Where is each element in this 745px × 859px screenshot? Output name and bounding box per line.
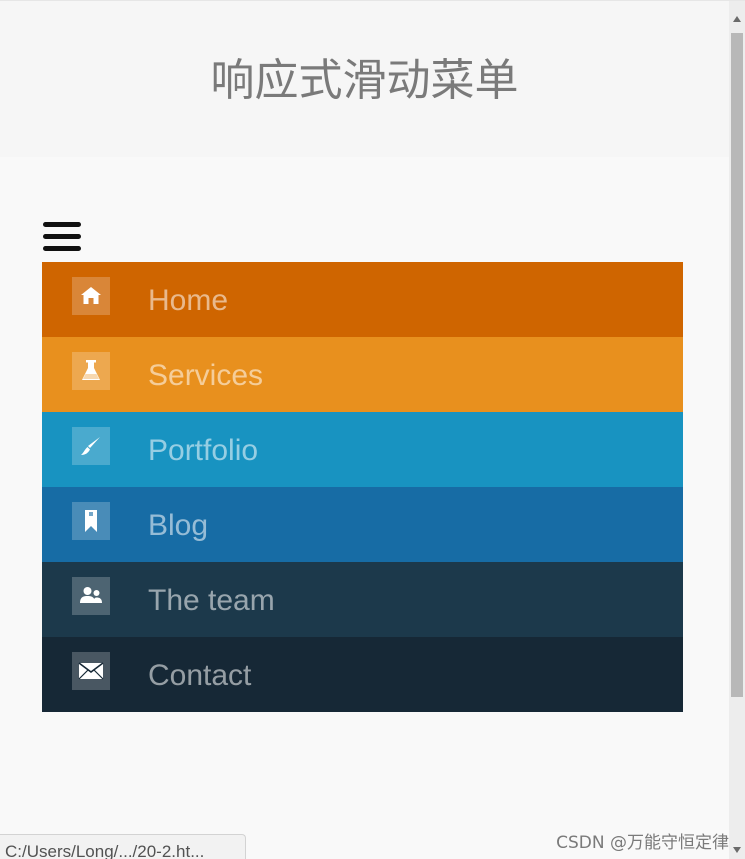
browser-page: 响应式滑动菜单 Home Services Portfolio Blog The… [0,0,745,859]
menu-item-label: Services [148,359,264,392]
scrollbar-thumb[interactable] [731,33,743,697]
hamburger-menu-icon[interactable] [42,220,82,256]
menu-item-services[interactable]: Services [42,337,683,412]
menu-item-portfolio[interactable]: Portfolio [42,412,683,487]
flask-icon [72,352,110,390]
page-header: 响应式滑动菜单 [0,1,729,157]
menu-item-label: The team [148,584,275,617]
home-icon [72,277,110,315]
hamburger-bar [43,234,81,239]
menu-item-home[interactable]: Home [42,262,683,337]
menu-item-team[interactable]: The team [42,562,683,637]
watermark: CSDN @万能守恒定律 [556,833,729,853]
hamburger-bar [43,222,81,227]
slide-menu: Home Services Portfolio Blog The team Co… [42,262,683,712]
menu-item-blog[interactable]: Blog [42,487,683,562]
menu-item-contact[interactable]: Contact [42,637,683,712]
vertical-scrollbar[interactable] [729,1,745,859]
brush-icon [72,427,110,465]
menu-item-label: Home [148,284,229,317]
menu-item-label: Blog [148,509,209,542]
team-icon [72,577,110,615]
scroll-down-icon[interactable] [733,847,741,853]
menu-item-label: Portfolio [148,434,259,467]
page-title: 响应式滑动菜单 [210,55,519,106]
menu-item-label: Contact [148,659,252,692]
bookmark-icon [72,502,110,540]
hamburger-bar [43,246,81,251]
envelope-icon [72,652,110,690]
status-url: C:/Users/Long/.../20-2.ht... [0,834,246,859]
scroll-up-icon[interactable] [733,16,741,22]
